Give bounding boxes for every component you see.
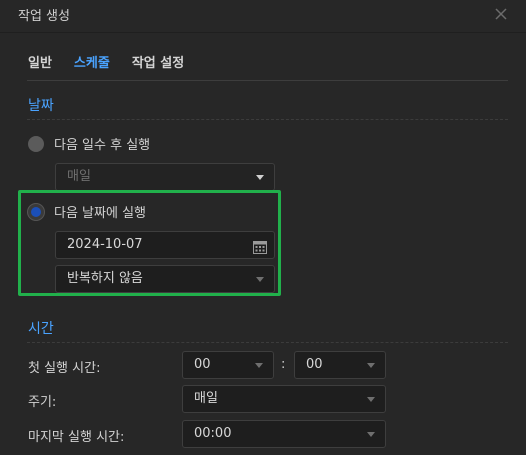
- time-colon: :: [281, 357, 286, 372]
- date-section-divider: [27, 119, 508, 120]
- last-run-time-value: 00:00: [194, 426, 232, 441]
- hour-select[interactable]: 00: [182, 351, 274, 379]
- last-run-time-label: 마지막 실행 시간:: [28, 430, 125, 445]
- hour-select-value: 00: [194, 357, 211, 372]
- chevron-down-icon: [367, 397, 375, 402]
- run-after-days-label: 다음 일수 후 실행: [54, 138, 151, 153]
- tabs-divider: [27, 80, 508, 81]
- dialog-title: 작업 생성: [18, 9, 70, 24]
- tab-schedule[interactable]: 스케줄: [74, 52, 110, 81]
- highlight-box: [18, 190, 281, 296]
- time-section-divider: [27, 342, 508, 343]
- days-select-value: 매일: [67, 169, 91, 184]
- date-section-title: 날짜: [28, 98, 54, 114]
- first-run-time-label: 첫 실행 시간:: [28, 361, 101, 376]
- chevron-down-icon: [255, 363, 263, 368]
- cycle-select-value: 매일: [194, 391, 218, 406]
- create-task-dialog: 작업 생성 일반 스케줄 작업 설정 날짜 다음 일수 후 실행 매일 다음 날…: [0, 0, 526, 455]
- cycle-select[interactable]: 매일: [182, 385, 386, 413]
- tab-bar: 일반 스케줄 작업 설정: [28, 52, 206, 81]
- minute-select-value: 00: [306, 357, 323, 372]
- close-icon[interactable]: [493, 6, 509, 22]
- run-after-days-option[interactable]: 다음 일수 후 실행: [28, 134, 150, 153]
- chevron-down-icon: [367, 363, 375, 368]
- chevron-down-icon: [367, 432, 375, 437]
- cycle-label: 주기:: [28, 395, 57, 410]
- minute-select[interactable]: 00: [294, 351, 386, 379]
- tab-task-settings[interactable]: 작업 설정: [132, 52, 184, 81]
- chevron-down-icon: [256, 175, 264, 180]
- title-divider: [0, 32, 526, 33]
- tab-general[interactable]: 일반: [28, 52, 52, 81]
- time-section-title: 시간: [28, 321, 54, 337]
- run-after-days-radio[interactable]: [28, 135, 44, 152]
- days-select[interactable]: 매일: [55, 163, 275, 191]
- last-run-time-select[interactable]: 00:00: [182, 420, 386, 448]
